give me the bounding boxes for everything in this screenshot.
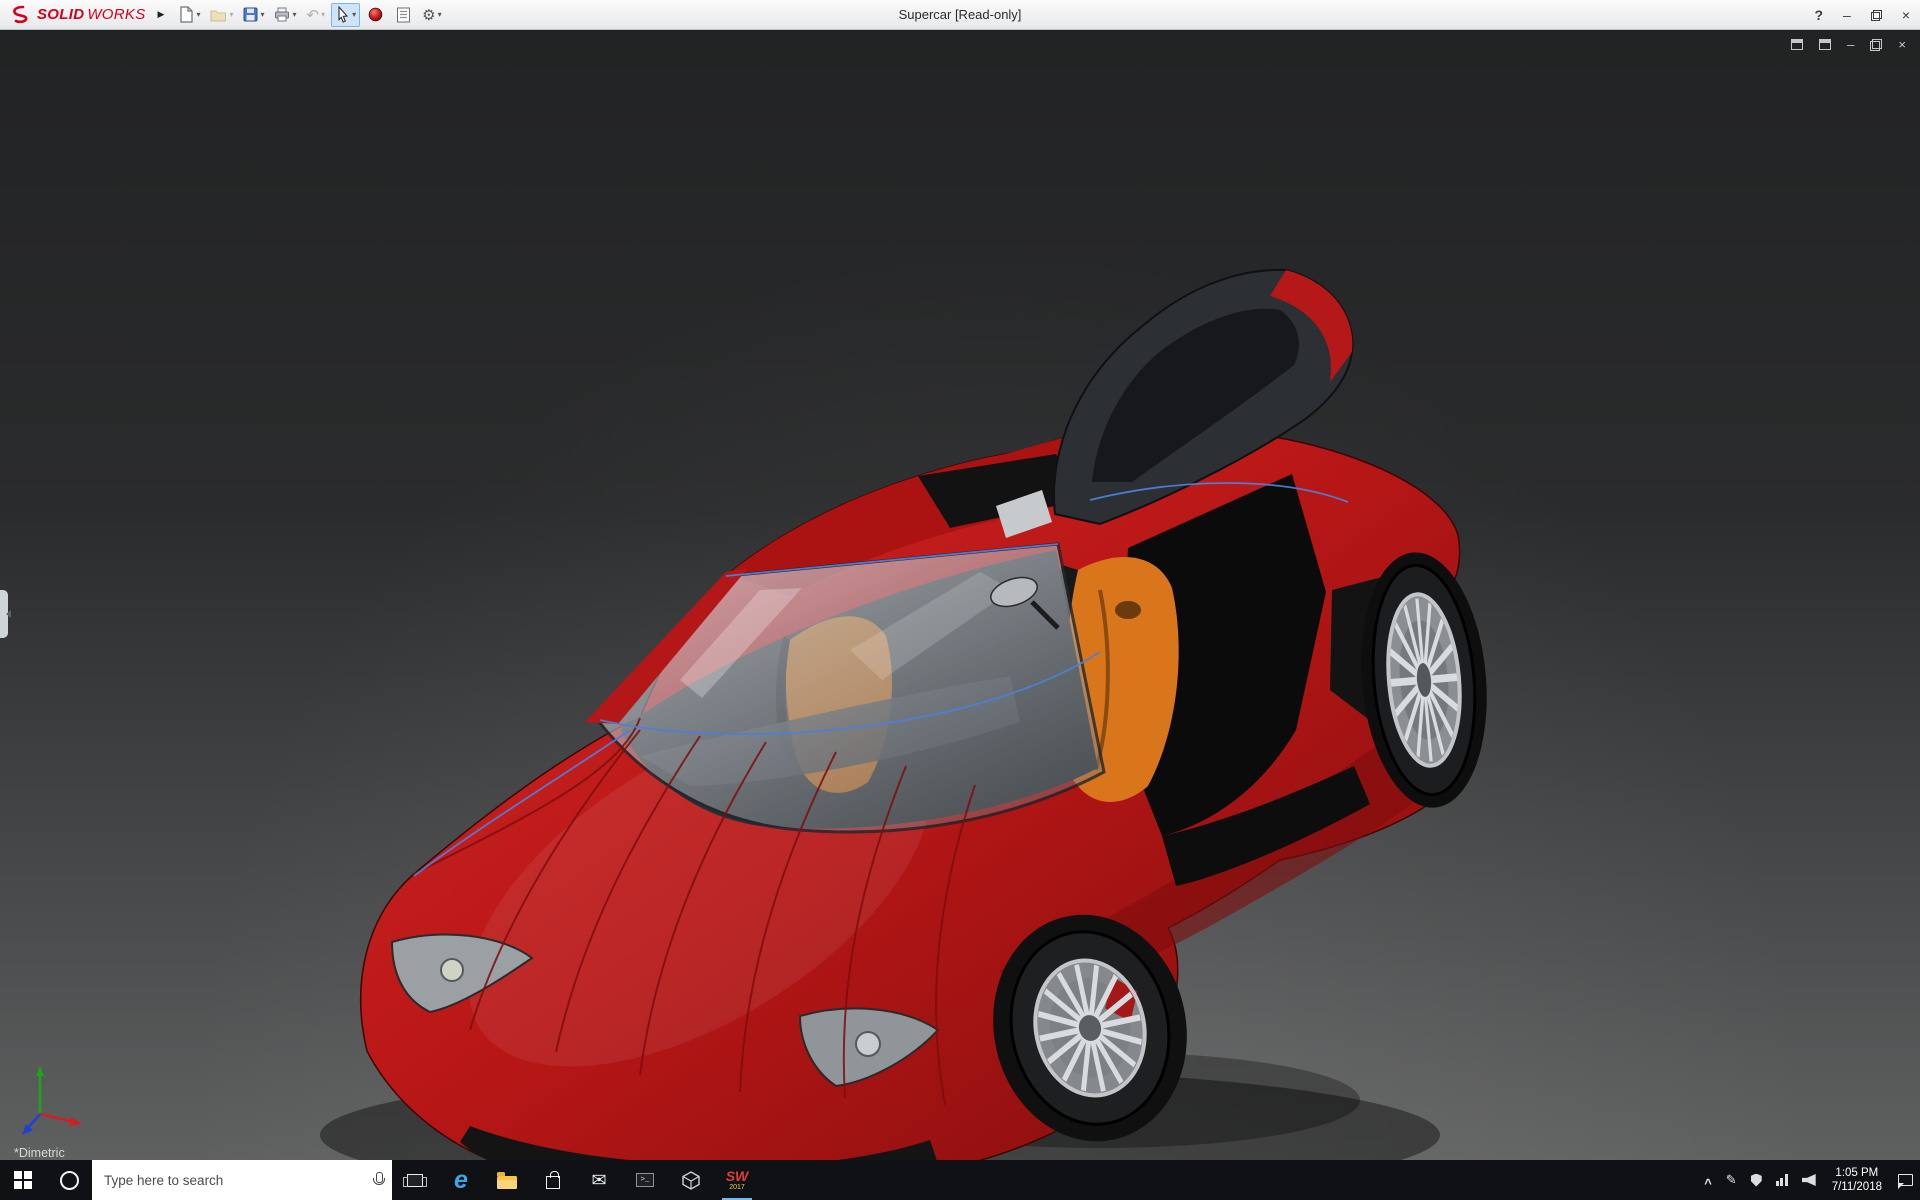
solidworks-app-button[interactable]: SW 2017 bbox=[714, 1160, 760, 1200]
windows-taskbar: e ✉ >_ SW 2017 ^ ✎ bbox=[0, 1160, 1920, 1200]
select-cursor-icon bbox=[335, 6, 350, 23]
system-tray: ^ ✎ 1:05 PM 7/11/2018 bbox=[1697, 1160, 1920, 1200]
print-button[interactable]: ▾ bbox=[270, 3, 300, 27]
dropdown-icon[interactable]: ▾ bbox=[292, 10, 296, 19]
cortana-button[interactable] bbox=[46, 1160, 92, 1200]
save-floppy-icon bbox=[243, 7, 258, 22]
solidworks-app-icon: SW 2017 bbox=[726, 1169, 749, 1191]
file-explorer-button[interactable] bbox=[484, 1160, 530, 1200]
minimize-button[interactable]: – bbox=[1843, 8, 1851, 22]
edrawings-button[interactable] bbox=[668, 1160, 714, 1200]
taskbar-clock[interactable]: 1:05 PM 7/11/2018 bbox=[1823, 1166, 1891, 1194]
orientation-triad[interactable] bbox=[16, 1056, 90, 1136]
taskbar-search[interactable] bbox=[92, 1160, 392, 1200]
close-button[interactable]: × bbox=[1902, 8, 1910, 22]
windows-ink-button[interactable]: ✎ bbox=[1719, 1160, 1744, 1200]
new-document-button[interactable]: ▾ bbox=[174, 3, 204, 27]
start-button[interactable] bbox=[0, 1160, 46, 1200]
solidworks-logo: SOLIDWORKS bbox=[6, 5, 150, 25]
cube-3d-icon bbox=[682, 1171, 700, 1190]
doc-minimize-button[interactable]: – bbox=[1847, 38, 1854, 51]
doc-new-window-icon[interactable] bbox=[1791, 39, 1803, 50]
clock-date: 7/11/2018 bbox=[1832, 1180, 1882, 1194]
windows-logo-icon bbox=[14, 1171, 32, 1189]
document-window-controls: – × bbox=[1791, 38, 1906, 51]
network-icon bbox=[1776, 1174, 1788, 1186]
clock-time: 1:05 PM bbox=[1835, 1166, 1878, 1180]
store-button[interactable] bbox=[530, 1160, 576, 1200]
doc-restore-button[interactable] bbox=[1870, 39, 1882, 51]
brand-works-text: WORKS bbox=[87, 6, 145, 23]
dropdown-icon[interactable]: ▾ bbox=[438, 10, 442, 19]
new-document-icon bbox=[178, 6, 194, 23]
speaker-icon bbox=[1802, 1174, 1816, 1186]
help-button[interactable]: ? bbox=[1814, 8, 1823, 22]
solidworks-titlebar: SOLIDWORKS ▶ ▾ ▾ ▾ bbox=[0, 0, 1920, 30]
chevron-up-icon: ^ bbox=[1704, 1176, 1712, 1191]
appearance-sphere-icon bbox=[368, 7, 383, 22]
pen-icon: ✎ bbox=[1726, 1172, 1737, 1188]
task-pane-collapse-handle[interactable] bbox=[0, 590, 8, 638]
undo-button[interactable]: ↶ ▾ bbox=[303, 3, 330, 27]
open-button[interactable]: ▾ bbox=[206, 3, 237, 27]
task-view-icon bbox=[407, 1174, 423, 1187]
brand-solid-text: SOLID bbox=[37, 6, 84, 23]
car-3d-model[interactable] bbox=[0, 30, 1920, 1160]
graphics-viewport[interactable]: – × *Dimetric bbox=[0, 30, 1920, 1160]
dropdown-icon[interactable]: ▾ bbox=[196, 10, 200, 19]
undo-icon: ↶ bbox=[307, 6, 320, 24]
doc-tile-window-icon[interactable] bbox=[1819, 39, 1831, 50]
mail-envelope-icon: ✉ bbox=[591, 1171, 606, 1189]
file-properties-icon bbox=[396, 7, 411, 23]
edge-icon: e bbox=[454, 1168, 468, 1193]
menu-expand-icon[interactable]: ▶ bbox=[158, 9, 165, 20]
doc-close-button[interactable]: × bbox=[1898, 38, 1906, 51]
microphone-icon[interactable] bbox=[372, 1172, 384, 1188]
options-button[interactable]: ⚙ ▾ bbox=[418, 3, 445, 27]
dropdown-icon[interactable]: ▾ bbox=[260, 10, 264, 19]
gear-icon: ⚙ bbox=[422, 6, 435, 24]
quick-access-toolbar: ▾ ▾ ▾ ▾ ↶ ▾ bbox=[174, 3, 445, 27]
dropdown-icon[interactable]: ▾ bbox=[352, 10, 356, 19]
restore-button[interactable] bbox=[1871, 10, 1882, 21]
mail-button[interactable]: ✉ bbox=[576, 1160, 622, 1200]
save-button[interactable]: ▾ bbox=[239, 3, 268, 27]
volume-tray-button[interactable] bbox=[1795, 1160, 1823, 1200]
task-view-button[interactable] bbox=[392, 1160, 438, 1200]
file-explorer-icon bbox=[497, 1176, 517, 1189]
window-controls: ? – × bbox=[1814, 0, 1910, 30]
window-title: Supercar [Read-only] bbox=[899, 7, 1022, 22]
ds-logo-icon bbox=[10, 5, 34, 25]
action-center-button[interactable] bbox=[1891, 1160, 1920, 1200]
printer-icon bbox=[274, 7, 290, 22]
network-tray-button[interactable] bbox=[1769, 1160, 1795, 1200]
cortana-icon bbox=[60, 1171, 79, 1190]
file-properties-button[interactable] bbox=[390, 3, 416, 27]
dropdown-icon: ▾ bbox=[321, 10, 325, 19]
console-app-button[interactable]: >_ bbox=[622, 1160, 668, 1200]
console-icon: >_ bbox=[636, 1173, 654, 1187]
store-bag-icon bbox=[546, 1176, 560, 1189]
shield-icon bbox=[1751, 1174, 1762, 1187]
select-tool-button[interactable]: ▾ bbox=[331, 3, 360, 27]
open-folder-icon bbox=[210, 8, 227, 22]
dropdown-icon: ▾ bbox=[229, 10, 233, 19]
notification-icon bbox=[1898, 1174, 1913, 1186]
search-input[interactable] bbox=[104, 1173, 372, 1188]
appearances-button[interactable] bbox=[362, 3, 388, 27]
edge-browser-button[interactable]: e bbox=[438, 1160, 484, 1200]
hidden-icons-button[interactable]: ^ bbox=[1697, 1160, 1719, 1200]
view-orientation-label: *Dimetric bbox=[14, 1146, 65, 1160]
security-tray-button[interactable] bbox=[1744, 1160, 1769, 1200]
